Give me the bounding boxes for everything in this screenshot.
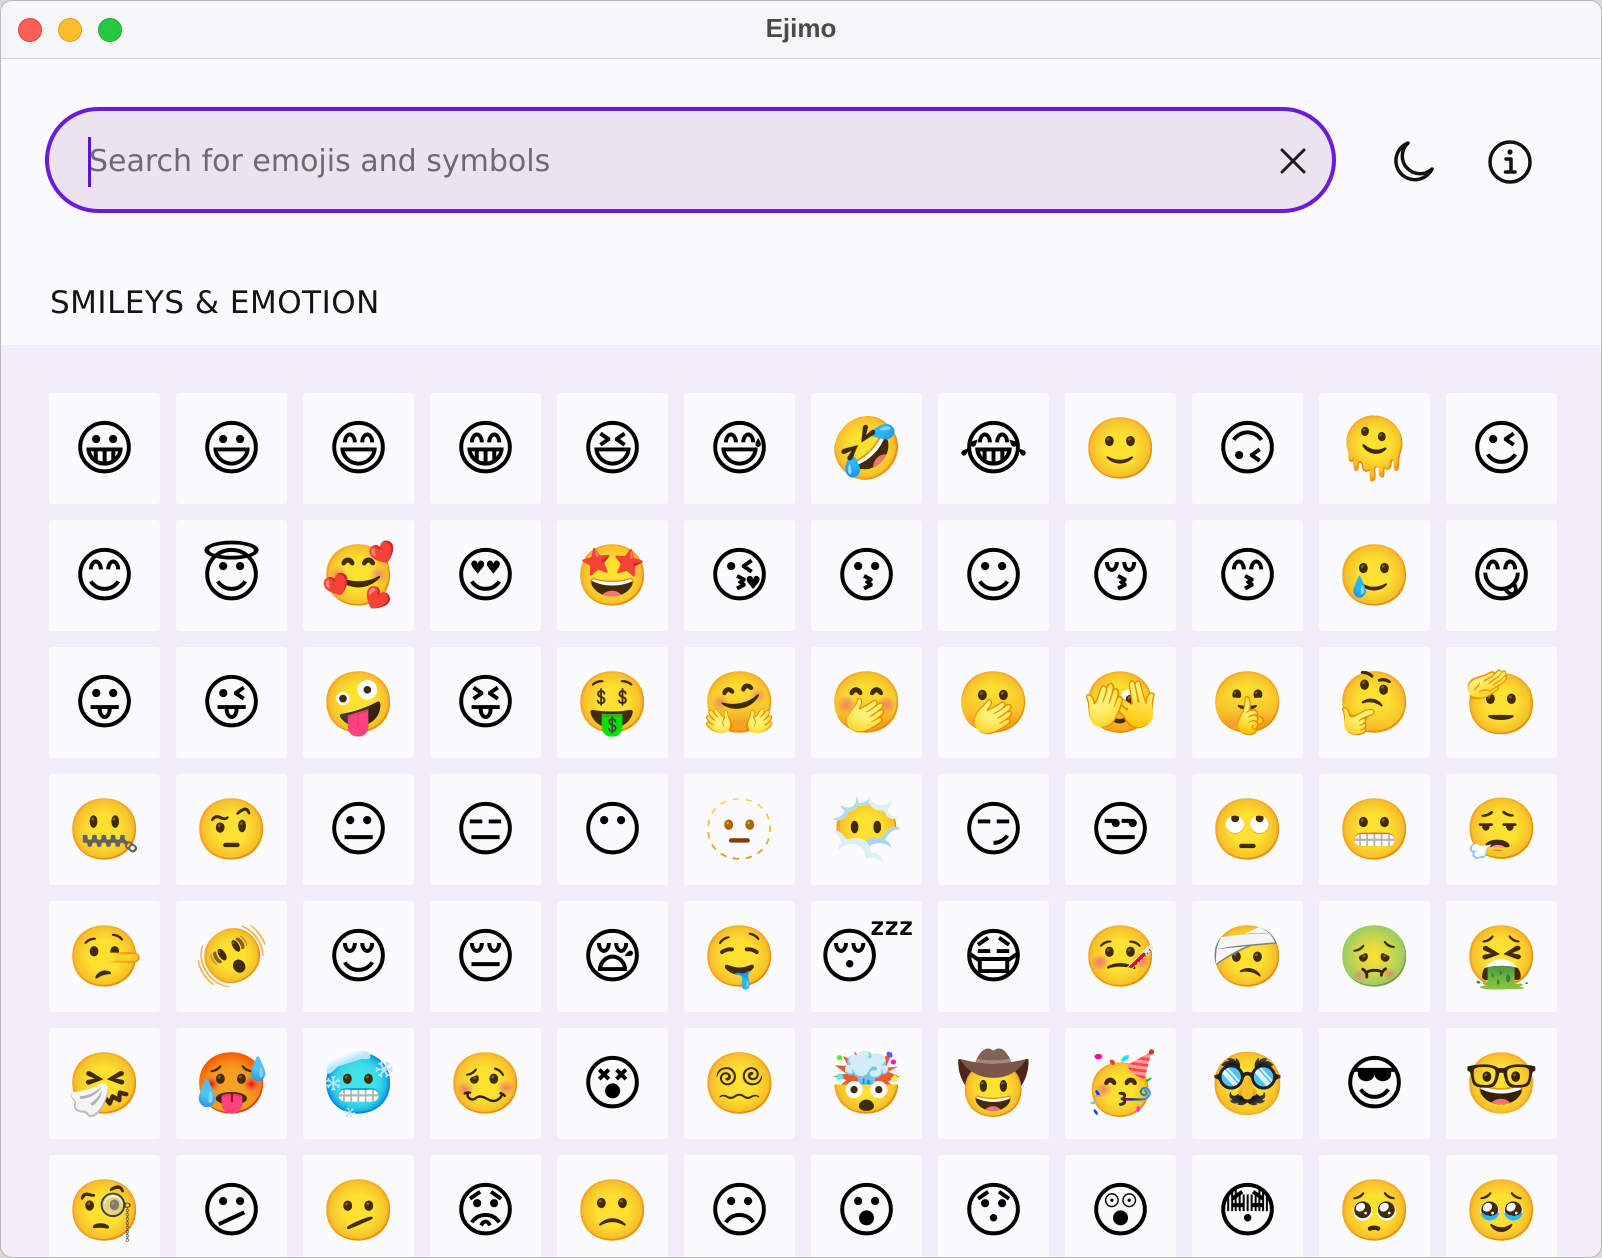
emoji-cell[interactable]: 🫤 bbox=[303, 1155, 414, 1257]
emoji-cell[interactable]: 😲 bbox=[1065, 1155, 1176, 1257]
emoji-cell[interactable]: 🥳 bbox=[1065, 1028, 1176, 1139]
emoji-cell[interactable]: 😝 bbox=[430, 647, 541, 758]
emoji-cell[interactable]: 😆 bbox=[557, 393, 668, 504]
emoji-cell[interactable]: 😀 bbox=[49, 393, 160, 504]
emoji-cell[interactable]: 😜 bbox=[176, 647, 287, 758]
info-button[interactable] bbox=[1485, 137, 1535, 187]
emoji-cell[interactable]: 🥺 bbox=[1319, 1155, 1430, 1257]
emoji-cell[interactable]: 🤒 bbox=[1065, 901, 1176, 1012]
emoji-cell[interactable]: 😵 bbox=[557, 1028, 668, 1139]
emoji-cell[interactable]: 😴 bbox=[811, 901, 922, 1012]
emoji-cell[interactable]: 🥴 bbox=[430, 1028, 541, 1139]
emoji-cell[interactable]: 🤠 bbox=[938, 1028, 1049, 1139]
clear-search-button[interactable] bbox=[1275, 143, 1311, 179]
emoji-cell[interactable]: 🤥 bbox=[49, 901, 160, 1012]
emoji-cell[interactable]: 😍 bbox=[430, 520, 541, 631]
emoji-cell[interactable]: 😄 bbox=[303, 393, 414, 504]
emoji-cell[interactable]: 😕 bbox=[176, 1155, 287, 1257]
emoji-cell[interactable]: 🫠 bbox=[1319, 393, 1430, 504]
emoji-cell[interactable]: 🤣 bbox=[811, 393, 922, 504]
search-bar[interactable] bbox=[45, 107, 1336, 213]
emoji-cell[interactable]: 🥸 bbox=[1192, 1028, 1303, 1139]
emoji-cell[interactable]: 😊 bbox=[49, 520, 160, 631]
emoji-cell[interactable]: 😎 bbox=[1319, 1028, 1430, 1139]
emoji-cell[interactable]: 😁 bbox=[430, 393, 541, 504]
emoji-cell[interactable]: 🫢 bbox=[938, 647, 1049, 758]
emoji-cell[interactable]: 😐 bbox=[303, 774, 414, 885]
emoji-cell[interactable]: ☹ bbox=[684, 1155, 795, 1257]
emoji-cell[interactable]: 🥰 bbox=[303, 520, 414, 631]
emoji-cell[interactable]: 😑 bbox=[430, 774, 541, 885]
emoji-cell[interactable]: 😚 bbox=[1065, 520, 1176, 631]
emoji-cell[interactable]: 😋 bbox=[1446, 520, 1557, 631]
emoji-cell[interactable]: 😟 bbox=[430, 1155, 541, 1257]
emoji-cell[interactable]: 🤕 bbox=[1192, 901, 1303, 1012]
emoji-cell[interactable]: 😛 bbox=[49, 647, 160, 758]
emoji-cell[interactable]: 😙 bbox=[1192, 520, 1303, 631]
emoji-cell[interactable]: 😮‍💨 bbox=[1446, 774, 1557, 885]
close-icon bbox=[1280, 148, 1306, 174]
emoji-cell[interactable]: 🤮 bbox=[1446, 901, 1557, 1012]
emoji-cell[interactable]: 😔 bbox=[430, 901, 541, 1012]
app-window: Ejimo SMILEYS & EMOTION 😀😃😄😁 bbox=[0, 0, 1602, 1258]
emoji-cell[interactable]: 😉 bbox=[1446, 393, 1557, 504]
emoji-cell[interactable]: 🙂 bbox=[1065, 393, 1176, 504]
emoji-cell[interactable]: 😯 bbox=[938, 1155, 1049, 1257]
emoji-cell[interactable]: 🙃 bbox=[1192, 393, 1303, 504]
emoji-cell[interactable]: 🤯 bbox=[811, 1028, 922, 1139]
header: SMILEYS & EMOTION bbox=[1, 59, 1601, 345]
theme-toggle-button[interactable] bbox=[1388, 137, 1438, 187]
emoji-cell[interactable]: 🥶 bbox=[303, 1028, 414, 1139]
emoji-cell[interactable]: 🥵 bbox=[176, 1028, 287, 1139]
emoji-grid: 😀 😃 😄 😁 😆 😅 🤣 😂 🙂 🙃 🫠 😉 😊 😇 🥰 😍 🤩 😘 😗 ☺ 😚 😙 🥲 😋 😛 😜 🤪 😝 🤑 🤗 🤭 🫢 🫣 🤫 🤔 🫡 🤐 🤨 😐 😑… bbox=[49, 393, 1557, 1257]
emoji-cell[interactable]: 😬 bbox=[1319, 774, 1430, 885]
search-input[interactable] bbox=[89, 131, 1239, 191]
emoji-cell[interactable]: 😃 bbox=[176, 393, 287, 504]
emoji-cell[interactable]: 😇 bbox=[176, 520, 287, 631]
emoji-cell[interactable]: 🤐 bbox=[49, 774, 160, 885]
emoji-cell[interactable]: 😶‍🌫️ bbox=[811, 774, 922, 885]
emoji-cell[interactable]: 🤑 bbox=[557, 647, 668, 758]
emoji-cell[interactable]: 🤪 bbox=[303, 647, 414, 758]
emoji-cell[interactable]: 🫥 bbox=[684, 774, 795, 885]
emoji-cell[interactable]: 😅 bbox=[684, 393, 795, 504]
emoji-cell[interactable]: 😒 bbox=[1065, 774, 1176, 885]
moon-icon bbox=[1394, 141, 1434, 182]
emoji-cell[interactable]: 🥲 bbox=[1319, 520, 1430, 631]
info-icon bbox=[1488, 140, 1532, 184]
emoji-cell[interactable]: 🤫 bbox=[1192, 647, 1303, 758]
emoji-cell[interactable]: 🤢 bbox=[1319, 901, 1430, 1012]
emoji-cell[interactable]: 😗 bbox=[811, 520, 922, 631]
emoji-cell[interactable]: 🤗 bbox=[684, 647, 795, 758]
emoji-cell[interactable]: 😵‍💫 bbox=[684, 1028, 795, 1139]
emoji-cell[interactable]: 😳 bbox=[1192, 1155, 1303, 1257]
emoji-cell[interactable]: 🤩 bbox=[557, 520, 668, 631]
emoji-cell[interactable]: 😷 bbox=[938, 901, 1049, 1012]
emoji-cell[interactable]: 🤤 bbox=[684, 901, 795, 1012]
emoji-cell[interactable]: 😂 bbox=[938, 393, 1049, 504]
emoji-cell[interactable]: 🤭 bbox=[811, 647, 922, 758]
emoji-cell[interactable]: 😶 bbox=[557, 774, 668, 885]
emoji-cell[interactable]: 🥹 bbox=[1446, 1155, 1557, 1257]
emoji-cell[interactable]: 😘 bbox=[684, 520, 795, 631]
emoji-cell[interactable]: 😮 bbox=[811, 1155, 922, 1257]
emoji-cell[interactable]: 🫡 bbox=[1446, 647, 1557, 758]
emoji-cell[interactable]: 🤨 bbox=[176, 774, 287, 885]
emoji-cell[interactable]: 🧐 bbox=[49, 1155, 160, 1257]
emoji-cell[interactable]: 🤔 bbox=[1319, 647, 1430, 758]
emoji-cell[interactable]: 🙄 bbox=[1192, 774, 1303, 885]
emoji-cell[interactable]: 😪 bbox=[557, 901, 668, 1012]
emoji-cell[interactable]: 😌 bbox=[303, 901, 414, 1012]
emoji-cell[interactable]: 🤧 bbox=[49, 1028, 160, 1139]
title-bar: Ejimo bbox=[1, 1, 1601, 59]
emoji-cell[interactable]: 🙁 bbox=[557, 1155, 668, 1257]
emoji-cell[interactable]: 🤓 bbox=[1446, 1028, 1557, 1139]
emoji-cell[interactable]: ☺ bbox=[938, 520, 1049, 631]
emoji-cell[interactable]: 🫨 bbox=[176, 901, 287, 1012]
window-title: Ejimo bbox=[765, 13, 837, 43]
emoji-cell[interactable]: 🫣 bbox=[1065, 647, 1176, 758]
section-title: SMILEYS & EMOTION bbox=[50, 285, 380, 321]
emoji-cell[interactable]: 😏 bbox=[938, 774, 1049, 885]
